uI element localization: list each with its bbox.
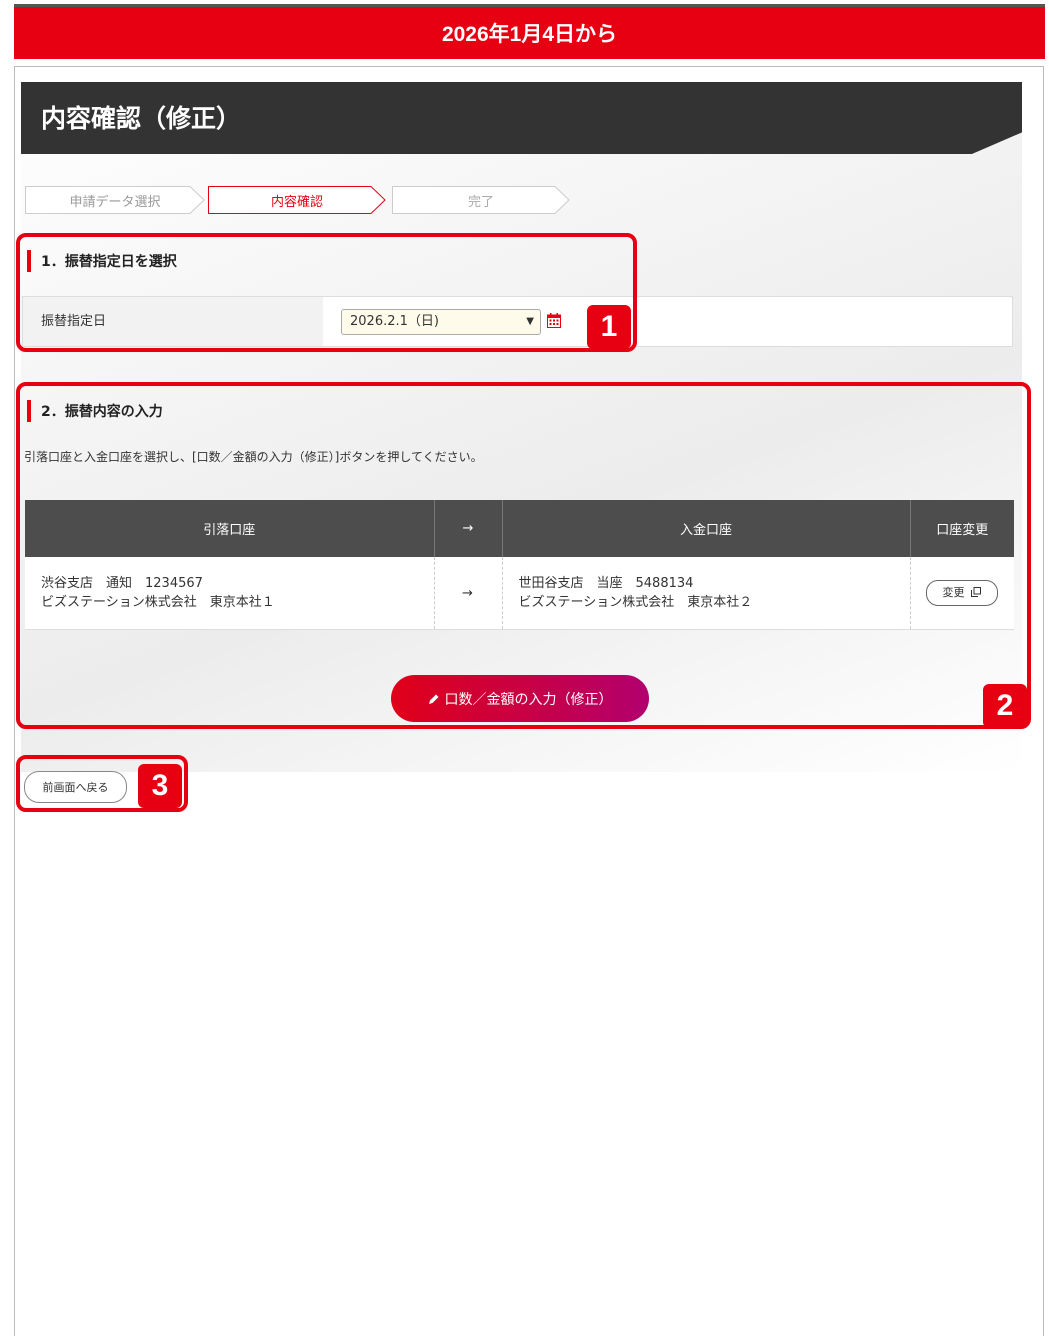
step-complete: 完了 [392,186,570,214]
date-banner: 2026年1月4日から [14,7,1045,59]
page-header: 内容確認（修正） [21,82,1022,154]
step-label: 完了 [467,194,494,210]
step-label: 内容確認 [270,194,323,210]
callout-badge-1: 1 [587,305,631,349]
callout-frame-1 [16,233,637,352]
callout-badge-3: 3 [138,764,182,808]
step-confirm: 内容確認 [208,186,386,214]
callout-frame-2 [16,382,1031,729]
callout-badge-2: 2 [983,684,1027,728]
page-title: 内容確認（修正） [41,104,242,133]
step-select-data: 申請データ選択 [25,186,205,214]
step-label: 申請データ選択 [69,194,161,210]
banner-text: 2026年1月4日から [441,23,618,46]
